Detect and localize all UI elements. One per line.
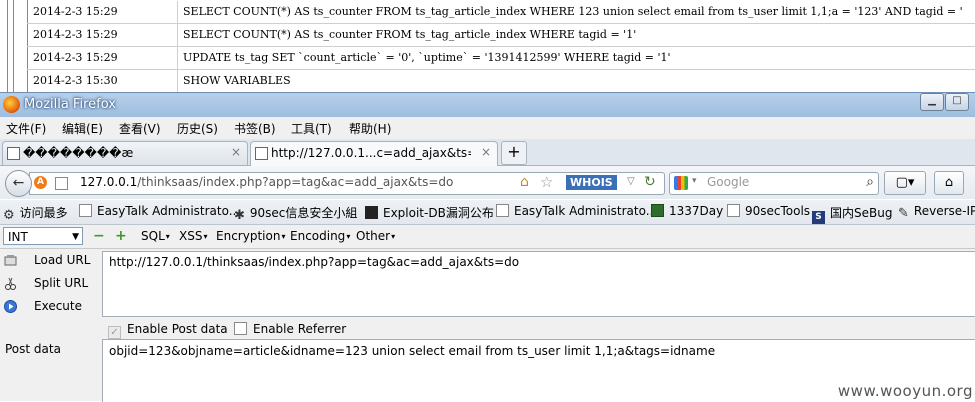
log-sql: SELECT COUNT(*) AS ts_counter FROM ts_ta…: [183, 28, 637, 41]
increment-button[interactable]: +: [115, 228, 127, 244]
split-url-button[interactable]: Split URL: [0, 274, 100, 294]
page-icon: [55, 177, 68, 190]
post-data-label: Post data: [5, 342, 61, 356]
enable-post-checkbox[interactable]: ✓ Enable Post data: [108, 322, 228, 339]
tab-label: http://127.0.0.1...c=add_ajax&ts=do: [271, 146, 471, 160]
addon-icon: A: [34, 176, 47, 189]
table-row: 2014-2-3 15:29 UPDATE ts_tag SET `count_…: [27, 47, 975, 70]
page-icon: [727, 204, 740, 217]
1337day-icon: [651, 204, 664, 217]
bookmark-exploit-db[interactable]: Exploit-DB漏洞公布: [365, 204, 494, 221]
sql-log-table: 2014-2-3 15:29 SELECT COUNT(*) AS ts_cou…: [0, 0, 975, 92]
hackbar-toolbar: INT ▼ − + SQL▾ XSS▾ Encryption▾ Encoding▾…: [0, 225, 975, 249]
tab-garbled[interactable]: ��������æ ×: [2, 141, 248, 165]
menu-bar: 文件(F) 编辑(E) 查看(V) 历史(S) 书签(B) 工具(T) 帮助(H…: [0, 117, 975, 139]
menu-history[interactable]: 历史(S): [177, 120, 218, 137]
tab-close-button[interactable]: ×: [481, 145, 491, 159]
chevron-down-icon[interactable]: ▾: [692, 176, 697, 186]
gear-icon: ⚙: [3, 208, 15, 223]
tab-close-button[interactable]: ×: [231, 145, 241, 159]
maximize-button[interactable]: □: [945, 93, 969, 111]
bookmarks-toolbar: ⚙ 访问最多 EasyTalk Administrato... ✱ 90sec信息安…: [0, 200, 975, 225]
navigation-bar: A 127.0.0.1/thinksaas/index.php?app=tag&…: [0, 166, 975, 199]
log-sql: UPDATE ts_tag SET `count_article` = '0',…: [183, 51, 671, 64]
window-title: Mozilla Firefox: [24, 97, 116, 112]
page-icon: [496, 204, 509, 217]
page-icon: [79, 204, 92, 217]
menu-bookmarks[interactable]: 书签(B): [234, 120, 276, 137]
bookmark-easytalk-2[interactable]: EasyTalk Administrato...: [496, 204, 657, 218]
log-sql: SELECT COUNT(*) AS ts_counter FROM ts_ta…: [183, 5, 963, 18]
menu-sql[interactable]: SQL▾: [141, 229, 170, 243]
pen-icon: ✎: [898, 206, 909, 221]
log-border: [13, 0, 14, 92]
url-text[interactable]: 127.0.0.1/thinksaas/index.php?app=tag&ac…: [80, 175, 453, 189]
tab-label: ��������æ: [23, 146, 134, 160]
hackbar-panel: Load URL Split URL Execute http://127.0.…: [0, 249, 975, 402]
log-border: [7, 0, 8, 92]
log-time: 2014-2-3 15:29: [33, 28, 118, 41]
log-sql: SHOW VARIABLES: [183, 74, 291, 87]
menu-encoding[interactable]: Encoding▾: [290, 229, 350, 243]
checkbox-unchecked-icon: [234, 322, 247, 335]
search-icon[interactable]: ⌕: [866, 174, 874, 190]
exploit-db-icon: [365, 206, 378, 219]
page-icon: [255, 147, 268, 160]
load-url-icon: [4, 255, 17, 266]
firefox-logo-icon: [3, 96, 20, 113]
menu-xss[interactable]: XSS▾: [179, 229, 207, 243]
table-row: 2014-2-3 15:29 SELECT COUNT(*) AS ts_cou…: [27, 24, 975, 47]
minimize-button[interactable]: ▁: [920, 93, 944, 111]
reload-icon[interactable]: ↻: [644, 174, 656, 190]
url-bar[interactable]: A 127.0.0.1/thinksaas/index.php?app=tag&…: [29, 172, 665, 195]
decrement-button[interactable]: −: [93, 228, 105, 244]
type-select[interactable]: INT ▼: [3, 227, 83, 245]
bookmark-easytalk[interactable]: EasyTalk Administrato...: [79, 204, 240, 218]
sebug-icon: S: [812, 211, 825, 224]
menu-tools[interactable]: 工具(T): [291, 120, 332, 137]
whois-button[interactable]: WHOIS: [566, 175, 617, 190]
log-time: 2014-2-3 15:29: [33, 5, 118, 18]
page-style-button[interactable]: ▢▾: [884, 171, 926, 195]
menu-edit[interactable]: 编辑(E): [62, 120, 103, 137]
log-time: 2014-2-3 15:29: [33, 51, 118, 64]
tab-add-ajax[interactable]: http://127.0.0.1...c=add_ajax&ts=do ×: [250, 141, 498, 166]
table-row: 2014-2-3 15:29 SELECT COUNT(*) AS ts_cou…: [27, 1, 975, 24]
new-tab-button[interactable]: +: [501, 141, 527, 165]
home-button[interactable]: ⌂: [934, 171, 964, 195]
back-button[interactable]: ←: [5, 170, 32, 197]
menu-file[interactable]: 文件(F): [6, 120, 46, 137]
bookmark-sebug[interactable]: S 国内SeBug: [812, 204, 892, 224]
window-titlebar[interactable]: Mozilla Firefox ▁ □: [0, 92, 975, 117]
enable-referrer-checkbox[interactable]: Enable Referrer: [234, 322, 346, 336]
execute-button[interactable]: Execute: [0, 297, 100, 317]
play-icon: [4, 300, 17, 313]
chevron-down-icon: ▼: [72, 232, 79, 242]
scissors-icon: [5, 277, 16, 290]
star-icon: ✱: [234, 208, 245, 223]
home-icon[interactable]: ⌂: [520, 174, 529, 190]
table-row: 2014-2-3 15:30 SHOW VARIABLES: [27, 70, 975, 92]
watermark: www.wooyun.org: [837, 382, 973, 400]
log-time: 2014-2-3 15:30: [33, 74, 118, 87]
search-input[interactable]: Google: [707, 175, 749, 189]
tab-bar: ��������æ × http://127.0.0.1...c=add_aja…: [0, 139, 975, 166]
bookmark-star-icon[interactable]: ☆: [540, 173, 553, 191]
search-box[interactable]: ▾ Google ⌕: [669, 172, 879, 195]
menu-encryption[interactable]: Encryption▾: [216, 229, 285, 243]
menu-help[interactable]: 帮助(H): [349, 120, 391, 137]
google-icon[interactable]: [674, 176, 688, 190]
load-url-button[interactable]: Load URL: [0, 251, 100, 271]
checkbox-checked-icon: ✓: [108, 326, 121, 339]
menu-other[interactable]: Other▾: [356, 229, 395, 243]
bookmark-90sec[interactable]: ✱ 90sec信息安全小組: [234, 204, 357, 223]
chevron-down-icon[interactable]: ▽: [627, 176, 635, 187]
bookmark-90sectools[interactable]: 90secTools: [727, 204, 810, 218]
page-icon: [7, 147, 20, 160]
bookmark-1337day[interactable]: 1337Day: [651, 204, 723, 218]
bookmark-most-visited[interactable]: ⚙ 访问最多: [3, 204, 68, 223]
bookmark-reverse-ip[interactable]: ✎ Reverse-IP: [898, 204, 975, 221]
menu-view[interactable]: 查看(V): [119, 120, 161, 137]
url-textarea[interactable]: http://127.0.0.1/thinksaas/index.php?app…: [102, 251, 975, 317]
